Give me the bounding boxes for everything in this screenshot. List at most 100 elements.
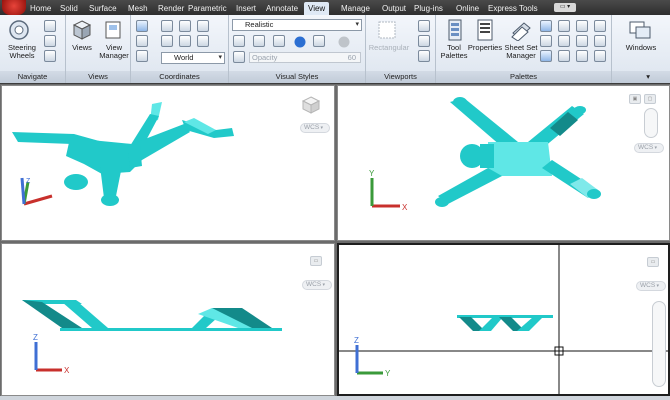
ucs-view-icon[interactable] [197,35,209,47]
color-ball-icon[interactable] [293,35,307,49]
wcs-menu[interactable]: WCS [300,123,331,133]
model-isometric [12,102,234,206]
palette-c-icon[interactable] [576,20,588,32]
views-label[interactable]: Views [68,44,96,52]
compass-icon[interactable] [644,108,658,138]
face-style-icon[interactable] [253,35,265,47]
join-viewport-icon[interactable] [418,35,430,47]
ucs-y-icon[interactable] [179,20,191,32]
palette-d-icon[interactable] [594,20,606,32]
tab-solid[interactable]: Solid [56,2,82,15]
visual-style-dropdown[interactable]: Realistic [232,19,362,31]
palette-f-icon[interactable] [558,35,570,47]
material-icon[interactable] [313,35,325,47]
windows-icon[interactable] [628,19,652,41]
palette-i-icon[interactable] [540,50,552,62]
tab-online[interactable]: Online [452,2,483,15]
ribbon-expand-arrow[interactable]: ▾ [612,71,670,83]
ucs-named-icon[interactable] [136,35,148,47]
shadow-icon[interactable] [273,35,285,47]
windows-label[interactable]: Windows [614,44,668,52]
opacity-icon[interactable] [233,51,245,63]
orbit-icon[interactable] [44,20,56,32]
palette-g-icon[interactable] [576,35,588,47]
viewport-restore-icon[interactable]: ▣ [629,94,641,104]
viewport-top-right[interactable]: ▣ ▢ WCS X Y [337,85,670,241]
ucs-x-icon[interactable] [161,20,173,32]
ucs-3point-icon[interactable] [161,35,173,47]
palette-h-icon[interactable] [594,35,606,47]
xray-ball-icon[interactable] [337,35,351,49]
view-manager-label[interactable]: View Manager [96,44,132,60]
clip-viewport-icon[interactable] [418,20,430,32]
opacity-label: Opacity [252,53,278,62]
views-cube-icon[interactable] [72,19,92,41]
tab-home[interactable]: Home [26,2,55,15]
navigate-panel-title[interactable]: Navigate [0,71,65,83]
ucs-world-icon[interactable] [136,50,148,62]
edge-effect-icon[interactable] [233,35,245,47]
panel-navigate: Steering Wheels Navigate [0,15,66,83]
zoom-icon[interactable] [44,50,56,62]
opacity-slider[interactable]: Opacity 60 [249,52,361,63]
panel-coordinates: World Coordinates [131,15,229,83]
visual-styles-panel-title[interactable]: Visual Styles [229,71,365,83]
tab-express-tools[interactable]: Express Tools [484,2,542,15]
wcs-menu[interactable]: WCS [636,281,667,291]
views-panel-title[interactable]: Views [66,71,130,83]
sheet-set-manager-label[interactable]: Sheet Set Manager [502,44,540,60]
ribbon-minimize-button[interactable]: ▭ ▾ [554,3,576,12]
z-axis-label: Z [33,333,38,342]
tab-plug-ins[interactable]: Plug-ins [410,2,447,15]
wcs-menu[interactable]: WCS [634,143,665,153]
application-menu-button[interactable] [2,0,26,15]
rectangular-viewport-icon[interactable] [376,19,398,41]
ucs-origin-icon[interactable] [179,35,191,47]
x-axis-label: X [402,203,408,212]
tab-output[interactable]: Output [378,2,410,15]
viewport-maximize-icon[interactable]: ▢ [644,94,656,104]
navigation-bar[interactable] [652,301,666,387]
properties-icon[interactable] [476,19,494,41]
y-axis-label: Y [369,170,375,178]
palette-e-icon[interactable] [540,35,552,47]
viewcube-mini-icon[interactable]: ▭ [310,256,322,266]
tab-annotate[interactable]: Annotate [262,2,302,15]
z-axis-label: Z [26,178,31,185]
steering-wheels-label[interactable]: Steering Wheels [2,44,42,60]
palette-b-icon[interactable] [558,20,570,32]
palette-k-icon[interactable] [576,50,588,62]
panel-views: Views View Manager Views [66,15,131,83]
z-axis-label: Z [354,336,359,345]
tab-parametric[interactable]: Parametric [184,2,231,15]
panel-viewports: Rectangular Viewports [366,15,436,83]
palette-a-icon[interactable] [540,20,552,32]
tab-insert[interactable]: Insert [232,2,260,15]
steering-wheel-icon[interactable] [8,19,30,41]
tool-palettes-icon[interactable] [446,19,464,41]
viewcube-icon[interactable] [300,94,322,116]
restore-viewport-icon[interactable] [418,50,430,62]
wcs-menu[interactable]: WCS [302,280,333,290]
sheet-set-manager-icon[interactable] [510,19,532,41]
properties-label[interactable]: Properties [466,44,504,52]
viewports-panel-title[interactable]: Viewports [366,71,435,83]
tab-manage[interactable]: Manage [337,2,374,15]
viewcube-mini-icon[interactable]: ▭ [647,257,659,267]
viewport-bottom-left[interactable]: ▭ WCS X Z [1,243,335,396]
ucs-icon[interactable] [136,20,148,32]
rectangular-label[interactable]: Rectangular [366,44,412,52]
pan-icon[interactable] [44,35,56,47]
view-manager-icon[interactable] [104,19,124,41]
tab-view[interactable]: View [304,2,330,15]
coordinates-panel-title[interactable]: Coordinates [131,71,228,83]
viewport-bottom-right[interactable]: ▭ WCS Y Z [337,243,670,396]
tab-mesh[interactable]: Mesh [124,2,152,15]
ucs-dropdown[interactable]: World [161,52,225,64]
tab-surface[interactable]: Surface [85,2,121,15]
viewport-top-left[interactable]: WCS Z [1,85,335,241]
ucs-z-icon[interactable] [197,20,209,32]
palette-l-icon[interactable] [594,50,606,62]
palettes-panel-title[interactable]: Palettes [436,71,611,83]
palette-j-icon[interactable] [558,50,570,62]
